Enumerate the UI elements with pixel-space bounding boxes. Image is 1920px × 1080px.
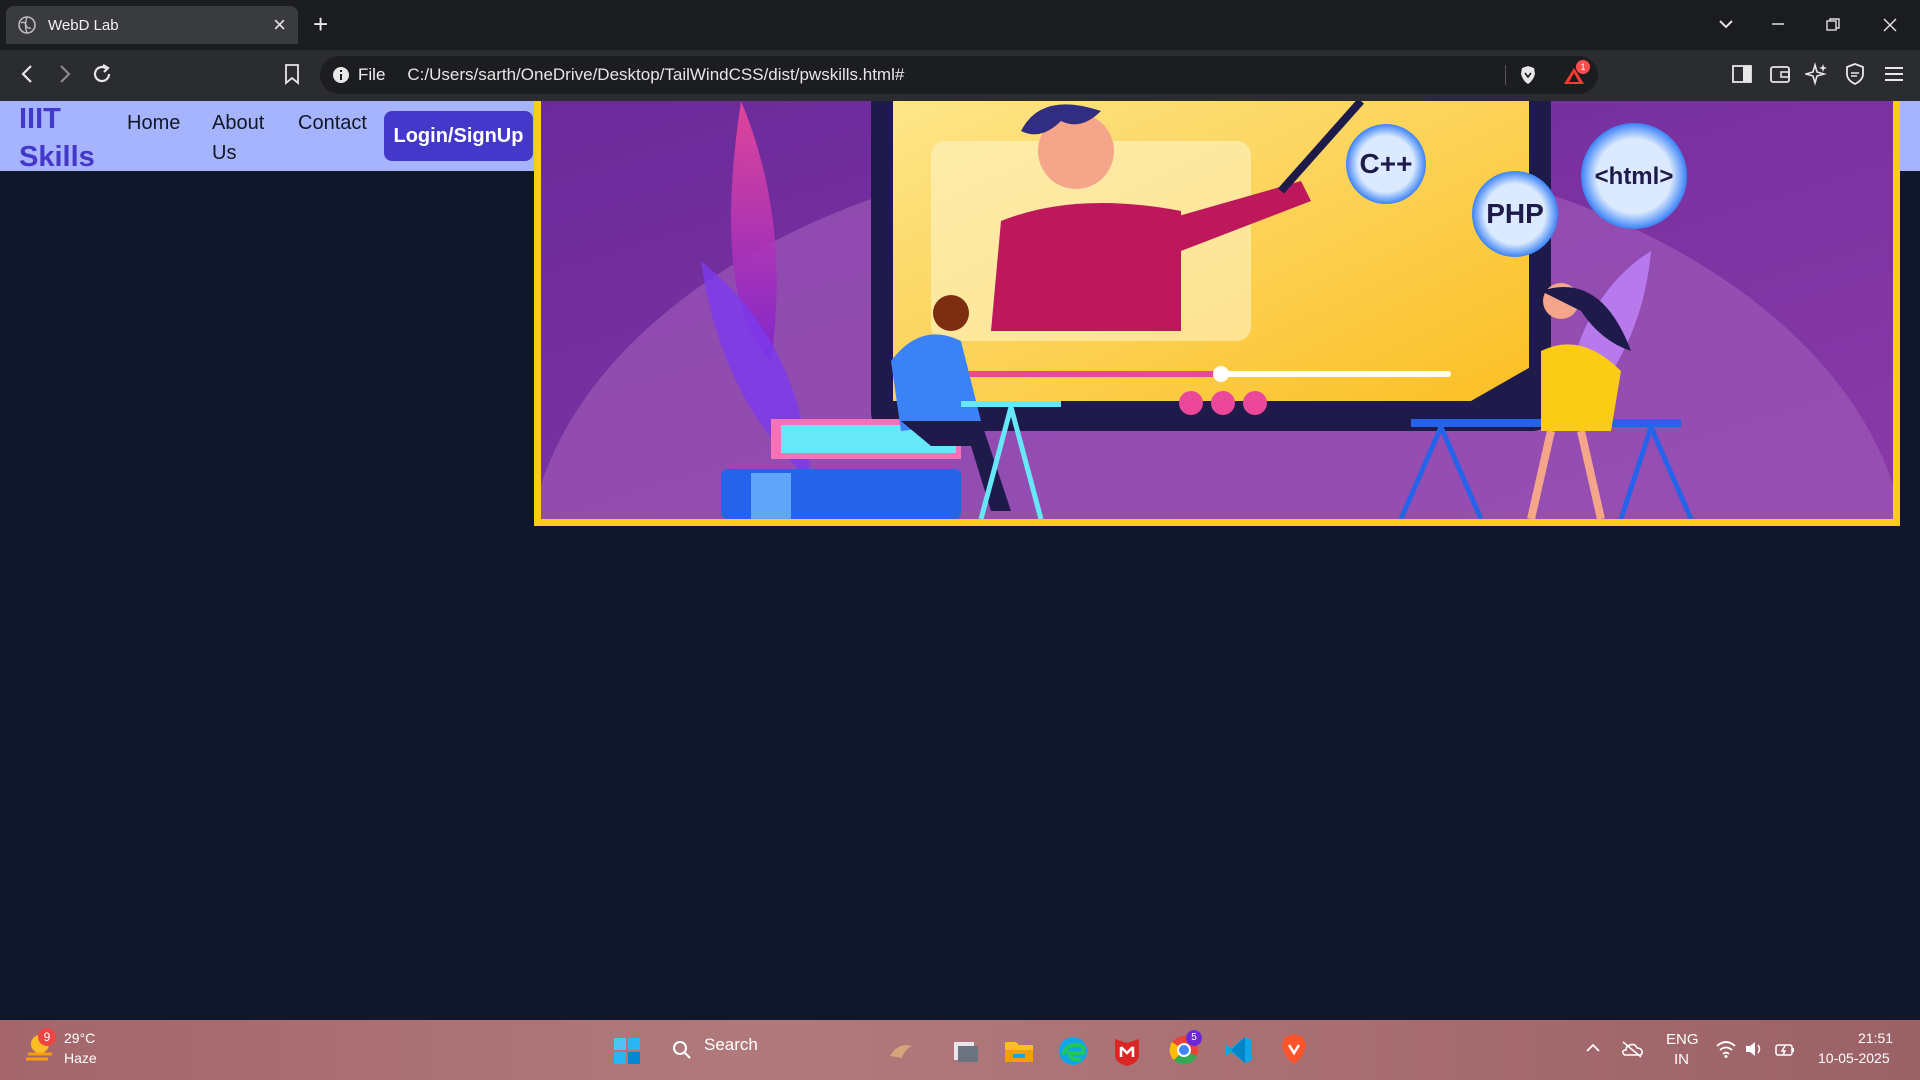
task-view-icon[interactable] [950,1036,980,1066]
site-navbar-right-edge [1898,101,1920,171]
back-icon[interactable] [16,62,40,86]
hero-php-label: PHP [1486,198,1544,229]
hero-cpp-label: C++ [1360,148,1413,179]
globe-icon [18,16,36,34]
hero-html-label: <html> [1595,163,1674,190]
restore-icon[interactable] [1825,17,1841,33]
leo-ai-icon[interactable] [1805,62,1829,86]
forward-icon[interactable] [52,62,76,86]
taskbar-search-box[interactable]: Search [704,1035,758,1055]
browser-tab[interactable]: WebD Lab × [6,6,298,44]
weather-badge: 9 [38,1028,56,1046]
address-bar[interactable]: File C:/Users/sarth/OneDrive/Desktop/Tai… [320,56,1598,94]
bird-widget-icon[interactable] [886,1036,916,1066]
search-icon[interactable] [672,1040,692,1060]
nav-link-about[interactable]: About Us [212,108,264,168]
battery-charging-icon[interactable] [1774,1040,1796,1058]
address-scheme-label: File [358,65,386,84]
vpn-shield-icon[interactable] [1843,62,1867,86]
onedrive-offline-icon[interactable] [1620,1040,1644,1058]
language-line-1[interactable]: ENG [1666,1031,1699,1048]
wifi-icon[interactable] [1715,1040,1737,1058]
vscode-icon[interactable] [1223,1034,1255,1066]
clock-time[interactable]: 21:51 [1858,1030,1893,1046]
bookmark-icon[interactable] [280,62,304,86]
nav-about-line-2: Us [212,142,237,164]
close-tab-icon[interactable]: × [273,14,286,36]
brave-browser-icon[interactable] [1279,1033,1309,1065]
wallet-icon[interactable] [1768,62,1792,86]
volume-icon[interactable] [1744,1040,1764,1058]
logo-line-1: IIIT [19,103,61,135]
logo-line-2: Skills [19,141,95,173]
menu-icon[interactable] [1882,62,1906,86]
brave-shields-icon[interactable] [1518,65,1538,85]
rewards-badge: 1 [1576,60,1590,74]
minimize-icon[interactable] [1770,18,1786,30]
reload-icon[interactable] [90,62,114,86]
url-text[interactable]: C:/Users/sarth/OneDrive/Desktop/TailWind… [407,65,904,85]
nav-link-contact[interactable]: Contact [298,108,367,138]
sidebar-icon[interactable] [1730,62,1754,86]
clock-date[interactable]: 10-05-2025 [1818,1050,1890,1066]
browser-tab-bar: WebD Lab × + [0,0,1920,50]
edge-browser-icon[interactable] [1057,1035,1089,1067]
mcafee-icon[interactable] [1112,1035,1142,1067]
new-tab-button[interactable]: + [313,10,328,38]
site-logo[interactable]: IIIT Skills [19,100,109,176]
show-hidden-icons-chevron-icon[interactable] [1585,1042,1601,1054]
language-line-2[interactable]: IN [1674,1051,1689,1068]
close-window-icon[interactable] [1882,17,1898,33]
tab-list-chevron-icon[interactable] [1718,18,1734,30]
address-divider [1505,65,1506,85]
nav-link-home[interactable]: Home [127,108,180,138]
file-explorer-icon[interactable] [1003,1036,1035,1066]
nav-about-line-1: About [212,112,265,134]
weather-temperature: 29°C [64,1030,96,1046]
login-signup-button[interactable]: Login/SignUp [384,111,533,161]
windows-start-icon[interactable] [613,1037,641,1065]
hero-image: C++ PHP <html> [534,101,1900,526]
tab-title: WebD Lab [48,16,119,34]
weather-condition: Haze [64,1050,97,1066]
info-icon[interactable] [332,66,350,84]
chrome-profile-badge: 5 [1186,1030,1202,1046]
hero-illustration: C++ PHP <html> [541,101,1893,519]
